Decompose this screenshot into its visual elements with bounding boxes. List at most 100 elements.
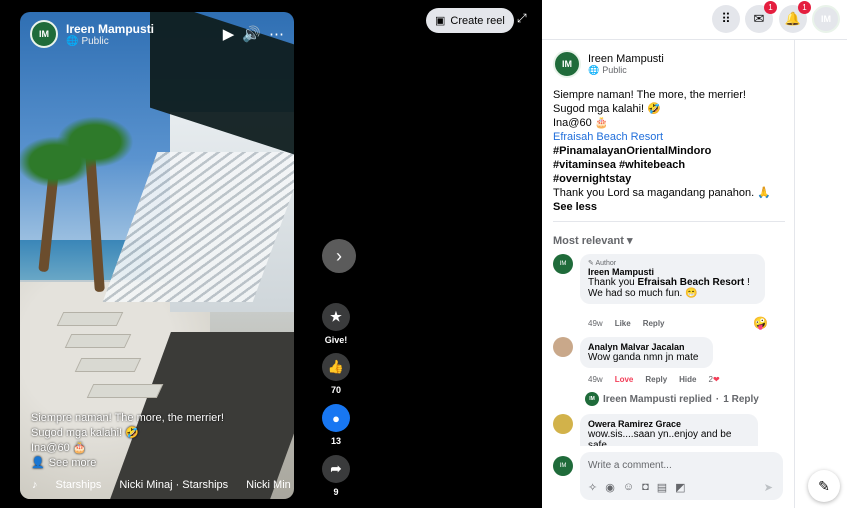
- reel-icon: ▣: [435, 15, 446, 27]
- caret-down-icon: ▾: [626, 235, 633, 247]
- give-label: Give!: [324, 335, 348, 345]
- avatar[interactable]: IM: [553, 254, 573, 274]
- camera-effects-icon[interactable]: ◉: [605, 481, 615, 494]
- more-options-icon[interactable]: ⋯: [269, 25, 284, 43]
- location-link[interactable]: Efraisah Beach Resort: [553, 130, 785, 144]
- sticker-icon[interactable]: ◩: [675, 481, 685, 494]
- comment-author[interactable]: Ireen Mampusti: [588, 267, 757, 277]
- video-controls: ▶ 🔊 ⋯: [223, 25, 284, 43]
- like-link[interactable]: Like: [615, 319, 631, 328]
- stepping-stone: [86, 384, 164, 398]
- mention-link[interactable]: Efraisah Beach Resort: [637, 277, 744, 288]
- post-divider: [553, 221, 785, 222]
- share-button[interactable]: ➦ 9: [322, 455, 350, 497]
- avatar[interactable]: IM: [553, 50, 581, 78]
- post-header: IM Ireen Mampusti 🌐 Public: [553, 50, 785, 78]
- post-content: IM Ireen Mampusti 🌐 Public Siempre naman…: [553, 50, 785, 222]
- comment-button[interactable]: ● 13: [322, 404, 350, 446]
- notifications-button[interactable]: 🔔 1: [779, 1, 811, 33]
- globe-icon: 🌐: [588, 64, 600, 75]
- menu-button[interactable]: ⠿: [712, 5, 740, 33]
- caption-line: Sugod mga kalahi! 🤣: [31, 427, 139, 439]
- messenger-button[interactable]: ✉ 1: [745, 1, 777, 33]
- music-track: Nicki Minaj · Starships: [119, 479, 229, 491]
- reaction-icon[interactable]: 🤪: [753, 316, 768, 330]
- top-bar: ⠿ ✉ 1 🔔 1 IM: [542, 0, 847, 40]
- reply-link[interactable]: Reply: [643, 319, 665, 328]
- bell-icon: 🔔: [784, 11, 802, 26]
- notifications-badge: 1: [798, 1, 811, 14]
- volume-icon[interactable]: 🔊: [242, 25, 261, 43]
- thumbs-up-icon: 👍: [322, 353, 350, 381]
- reel-video[interactable]: IM Ireen Mampusti 🌐 Public ▶ 🔊 ⋯ Siempre…: [20, 12, 294, 499]
- avatar[interactable]: [553, 414, 573, 434]
- gif-icon[interactable]: ▤: [657, 481, 667, 494]
- comment-input[interactable]: Write a comment... ✧ ◉ ☺ ◘ ▤ ◩ ➤: [580, 452, 783, 500]
- stepping-stone: [64, 334, 132, 348]
- avatar: IM: [585, 392, 599, 406]
- hashtag-link[interactable]: #PinamalayanOrientalMindoro: [553, 145, 711, 157]
- give-button[interactable]: ★ Give!: [322, 303, 350, 345]
- see-more-link[interactable]: 👤 See more: [31, 456, 241, 471]
- next-reel-button[interactable]: ›: [322, 239, 356, 273]
- comment-item: Owera Ramirez Grace wow.sis....saan yn..…: [553, 414, 793, 446]
- comment-time[interactable]: 49w: [588, 319, 603, 328]
- caption-line: Siempre naman! The more, the merrier!: [31, 412, 224, 424]
- reel-stage: IM Ireen Mampusti 🌐 Public ▶ 🔊 ⋯ Siempre…: [0, 0, 542, 508]
- reel-caption: Siempre naman! The more, the merrier! Su…: [31, 411, 241, 471]
- post-author[interactable]: Ireen Mampusti: [588, 53, 664, 65]
- avatar[interactable]: IM: [30, 20, 58, 48]
- comment-text: Thank you Efraisah Beach Resort !: [588, 277, 757, 288]
- create-reel-button[interactable]: ▣ Create reel: [426, 8, 514, 33]
- hide-link[interactable]: Hide: [679, 375, 696, 384]
- expand-icon[interactable]: ⤢: [517, 11, 527, 26]
- stepping-stone: [74, 358, 142, 372]
- comment-bubble: Analyn Malvar Jacalan Wow ganda nmn jn m…: [580, 337, 713, 368]
- comment-sort-dropdown[interactable]: Most relevant ▾: [553, 234, 633, 247]
- comment-meta: 49w Love Reply Hide 2❤: [588, 375, 720, 384]
- like-count: 70: [330, 385, 341, 395]
- author-badge-label: Author: [595, 260, 617, 267]
- chevron-right-icon: ›: [336, 245, 342, 266]
- love-link[interactable]: Love: [615, 375, 634, 384]
- compose-icon: ✎: [818, 477, 830, 494]
- music-track: Starships: [55, 479, 102, 491]
- avatar-sticker-icon[interactable]: ✧: [588, 481, 597, 494]
- comment-bubble: Owera Ramirez Grace wow.sis....saan yn..…: [580, 414, 758, 446]
- hashtag-link[interactable]: #overnightstay: [553, 173, 631, 185]
- person-icon: 👤: [31, 457, 45, 469]
- share-icon: ➦: [322, 455, 350, 483]
- grid-menu-icon: ⠿: [721, 11, 731, 26]
- composer-tools: ✧ ◉ ☺ ◘ ▤ ◩: [588, 481, 686, 494]
- replied-separator: ·: [715, 393, 720, 405]
- see-less-link[interactable]: See less: [553, 201, 597, 213]
- comment-author[interactable]: Analyn Malvar Jacalan: [588, 342, 705, 352]
- avatar[interactable]: [553, 337, 573, 357]
- play-icon[interactable]: ▶: [223, 25, 235, 43]
- comment-author[interactable]: Owera Ramirez Grace: [588, 419, 750, 429]
- camera-icon[interactable]: ◘: [642, 481, 649, 494]
- view-replies-link[interactable]: IM Ireen Mampusti replied · 1 Reply: [585, 392, 759, 406]
- reaction-count[interactable]: 2❤: [709, 375, 720, 384]
- emoji-icon[interactable]: ☺: [623, 481, 634, 494]
- post-line: Sugod mga kalahi! 🤣: [553, 103, 661, 115]
- send-icon[interactable]: ➤: [764, 481, 773, 494]
- post-line: Siempre naman! The more, the merrier!: [553, 89, 746, 101]
- post-line: Ina@60 🎂: [553, 117, 609, 129]
- music-track: Nicki Min: [246, 479, 291, 491]
- reply-count: 1 Reply: [723, 393, 759, 405]
- post-audience: 🌐 Public: [588, 65, 664, 76]
- reply-link[interactable]: Reply: [645, 375, 667, 384]
- profile-avatar[interactable]: IM: [812, 5, 840, 33]
- music-ticker[interactable]: ♪ Starships Nicki Minaj · Starships Nick…: [20, 477, 294, 493]
- divider: [794, 40, 795, 508]
- like-button[interactable]: 👍 70: [322, 353, 350, 395]
- comment-text: We had so much fun. 😁: [588, 288, 698, 299]
- new-message-button[interactable]: ✎: [808, 470, 840, 502]
- hashtag-link[interactable]: #vitaminsea #whitebeach: [553, 159, 685, 171]
- music-icon: ♪: [32, 479, 38, 491]
- stepping-stone: [56, 312, 124, 326]
- reel-author[interactable]: Ireen Mampusti: [66, 22, 154, 36]
- comment-time[interactable]: 49w: [588, 375, 603, 384]
- messenger-badge: 1: [764, 1, 777, 14]
